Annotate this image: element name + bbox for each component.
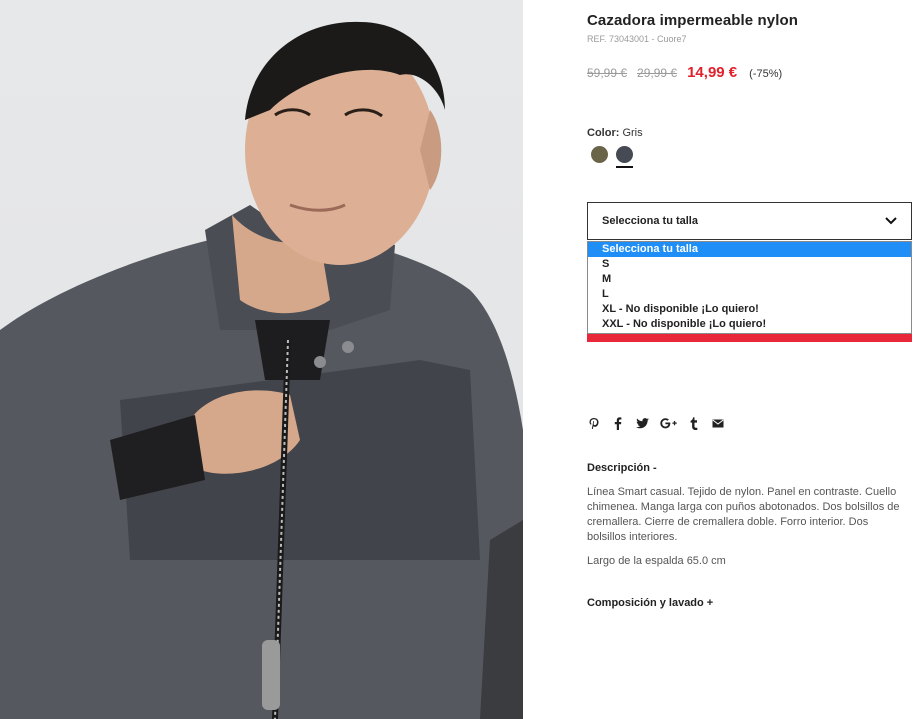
color-label-title: Color: <box>587 127 620 139</box>
product-photo <box>0 0 523 719</box>
google-plus-icon[interactable] <box>659 416 677 430</box>
original-price: 59,99 € <box>587 66 628 80</box>
size-option-s[interactable]: S <box>588 257 911 272</box>
color-swatch-gris[interactable] <box>616 146 633 163</box>
selected-swatch-indicator <box>616 166 633 168</box>
color-swatch-olive[interactable] <box>591 146 608 163</box>
product-reference: REF. 73043001 - Cuore7 <box>587 34 687 44</box>
description-toggle[interactable]: Descripción - <box>587 462 657 474</box>
back-length-text: Largo de la espalda 65.0 cm <box>587 555 726 567</box>
twitter-icon[interactable] <box>635 416 649 430</box>
sale-price: 14,99 € <box>687 64 738 81</box>
size-option-placeholder[interactable]: Selecciona tu talla <box>588 242 911 257</box>
size-select-value: Selecciona tu talla <box>602 215 698 227</box>
price-row: 59,99 € 29,99 € 14,99 € (-75%) <box>587 64 782 81</box>
color-label: Color: Gris <box>587 127 643 139</box>
size-select[interactable]: Selecciona tu talla <box>587 202 912 240</box>
email-icon[interactable] <box>711 416 725 430</box>
pinterest-icon[interactable] <box>587 416 601 430</box>
facebook-icon[interactable] <box>611 416 625 430</box>
size-option-xl[interactable]: XL - No disponible ¡Lo quiero! <box>588 302 911 317</box>
size-option-l[interactable]: L <box>588 287 911 302</box>
size-dropdown-list: Selecciona tu talla S M L XL - No dispon… <box>587 241 912 334</box>
description-text: Línea Smart casual. Tejido de nylon. Pan… <box>587 486 900 543</box>
chevron-down-icon <box>885 217 897 225</box>
color-value: Gris <box>622 127 643 139</box>
composition-toggle[interactable]: Composición y lavado + <box>587 597 713 609</box>
product-detail-panel: Cazadora impermeable nylon REF. 73043001… <box>587 0 913 719</box>
previous-price: 29,99 € <box>637 66 678 80</box>
share-bar <box>587 416 735 430</box>
size-option-xxl[interactable]: XXL - No disponible ¡Lo quiero! <box>588 317 911 332</box>
model-jacket-illustration <box>0 21 523 719</box>
discount-badge: (-75%) <box>749 68 783 80</box>
product-title: Cazadora impermeable nylon <box>587 12 798 29</box>
tumblr-icon[interactable] <box>687 416 701 430</box>
size-option-m[interactable]: M <box>588 272 911 287</box>
add-to-cart-button[interactable] <box>587 334 912 342</box>
